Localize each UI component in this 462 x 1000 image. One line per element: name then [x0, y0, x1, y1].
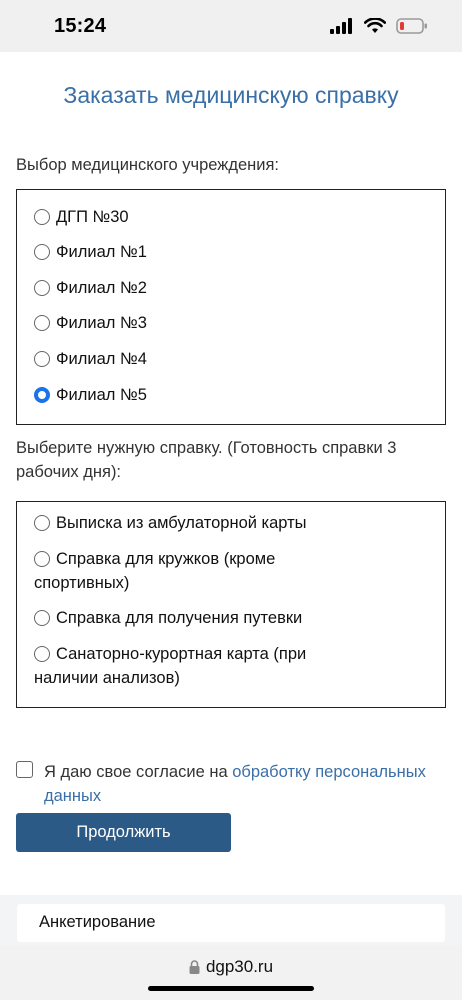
radio-option-dgp30[interactable]: ДГП №30	[34, 205, 129, 229]
home-indicator[interactable]	[148, 986, 314, 991]
cellular-signal-icon	[330, 18, 352, 34]
radio-button[interactable]	[34, 244, 50, 260]
radio-button[interactable]	[34, 646, 50, 662]
consent-text-block: Я даю свое согласие на обработку персона…	[44, 760, 426, 808]
certificate-label: Выберите нужную справку. (Готовность спр…	[16, 436, 396, 484]
url-display[interactable]: dgp30.ru	[0, 957, 462, 977]
radio-button[interactable]	[34, 515, 50, 531]
radio-option-branch-3[interactable]: Филиал №3	[34, 311, 147, 335]
radio-button-selected[interactable]	[34, 387, 50, 403]
radio-option-outpatient-extract[interactable]: Выписка из амбулаторной карты	[34, 511, 307, 535]
radio-button[interactable]	[34, 351, 50, 367]
radio-label-line2: наличии анализов)	[34, 669, 180, 687]
consent-link-continued[interactable]: данных	[44, 787, 101, 805]
radio-label: Филиал №5	[56, 386, 147, 404]
radio-option-branch-2[interactable]: Филиал №2	[34, 276, 147, 300]
survey-label: Анкетирование	[39, 913, 156, 931]
radio-label: Выписка из амбулаторной карты	[56, 514, 307, 532]
survey-link[interactable]: Анкетирование	[17, 904, 445, 942]
radio-label-line1: Санаторно-курортная карта (при	[56, 645, 307, 663]
wifi-icon	[364, 18, 386, 33]
radio-label: ДГП №30	[56, 208, 129, 226]
radio-button[interactable]	[34, 280, 50, 296]
radio-label: Филиал №3	[56, 314, 147, 332]
radio-option-sanatorium-card[interactable]: Санаторно-курортная карта (при наличии а…	[34, 642, 306, 690]
radio-button[interactable]	[34, 610, 50, 626]
radio-button[interactable]	[34, 315, 50, 331]
browser-url-bar[interactable]: dgp30.ru	[0, 945, 462, 1000]
consent-checkbox[interactable]	[16, 761, 33, 778]
continue-button[interactable]: Продолжить	[16, 813, 231, 852]
radio-option-branch-4[interactable]: Филиал №4	[34, 347, 147, 371]
radio-button[interactable]	[34, 551, 50, 567]
certificate-label-line2: рабочих дня):	[16, 463, 122, 481]
status-time: 15:24	[54, 15, 107, 37]
battery-low-icon	[396, 18, 427, 34]
consent-link[interactable]: обработку персональных	[232, 763, 426, 781]
radio-label: Справка для получения путевки	[56, 609, 303, 627]
status-icons	[330, 18, 428, 34]
status-bar: 15:24	[0, 0, 462, 52]
url-text: dgp30.ru	[205, 957, 274, 976]
page-title: Заказать медицинскую справку	[63, 82, 399, 108]
radio-option-branch-5[interactable]: Филиал №5	[34, 383, 147, 407]
radio-label: Филиал №2	[56, 279, 147, 297]
radio-option-voucher-certificate[interactable]: Справка для получения путевки	[34, 606, 302, 630]
radio-option-branch-1[interactable]: Филиал №1	[34, 240, 147, 264]
lock-icon	[189, 960, 200, 974]
consent-row: Я даю свое согласие на обработку персона…	[16, 760, 446, 808]
institution-label: Выбор медицинского учреждения:	[16, 156, 279, 174]
radio-label: Филиал №1	[56, 243, 147, 261]
radio-label: Филиал №4	[56, 350, 147, 368]
radio-option-clubs-certificate[interactable]: Справка для кружков (кроме спортивных)	[34, 547, 275, 595]
radio-label-line2: спортивных)	[34, 574, 130, 592]
certificate-label-line1: Выберите нужную справку. (Готовность спр…	[16, 439, 397, 457]
radio-label: Справка для кружков (кроме спортивных)	[34, 547, 276, 595]
consent-text: Я даю свое согласие на	[44, 763, 233, 781]
radio-label: Санаторно-курортная карта (при наличии а…	[34, 642, 307, 690]
radio-button[interactable]	[34, 209, 50, 225]
radio-label-line1: Справка для кружков (кроме	[56, 550, 276, 568]
